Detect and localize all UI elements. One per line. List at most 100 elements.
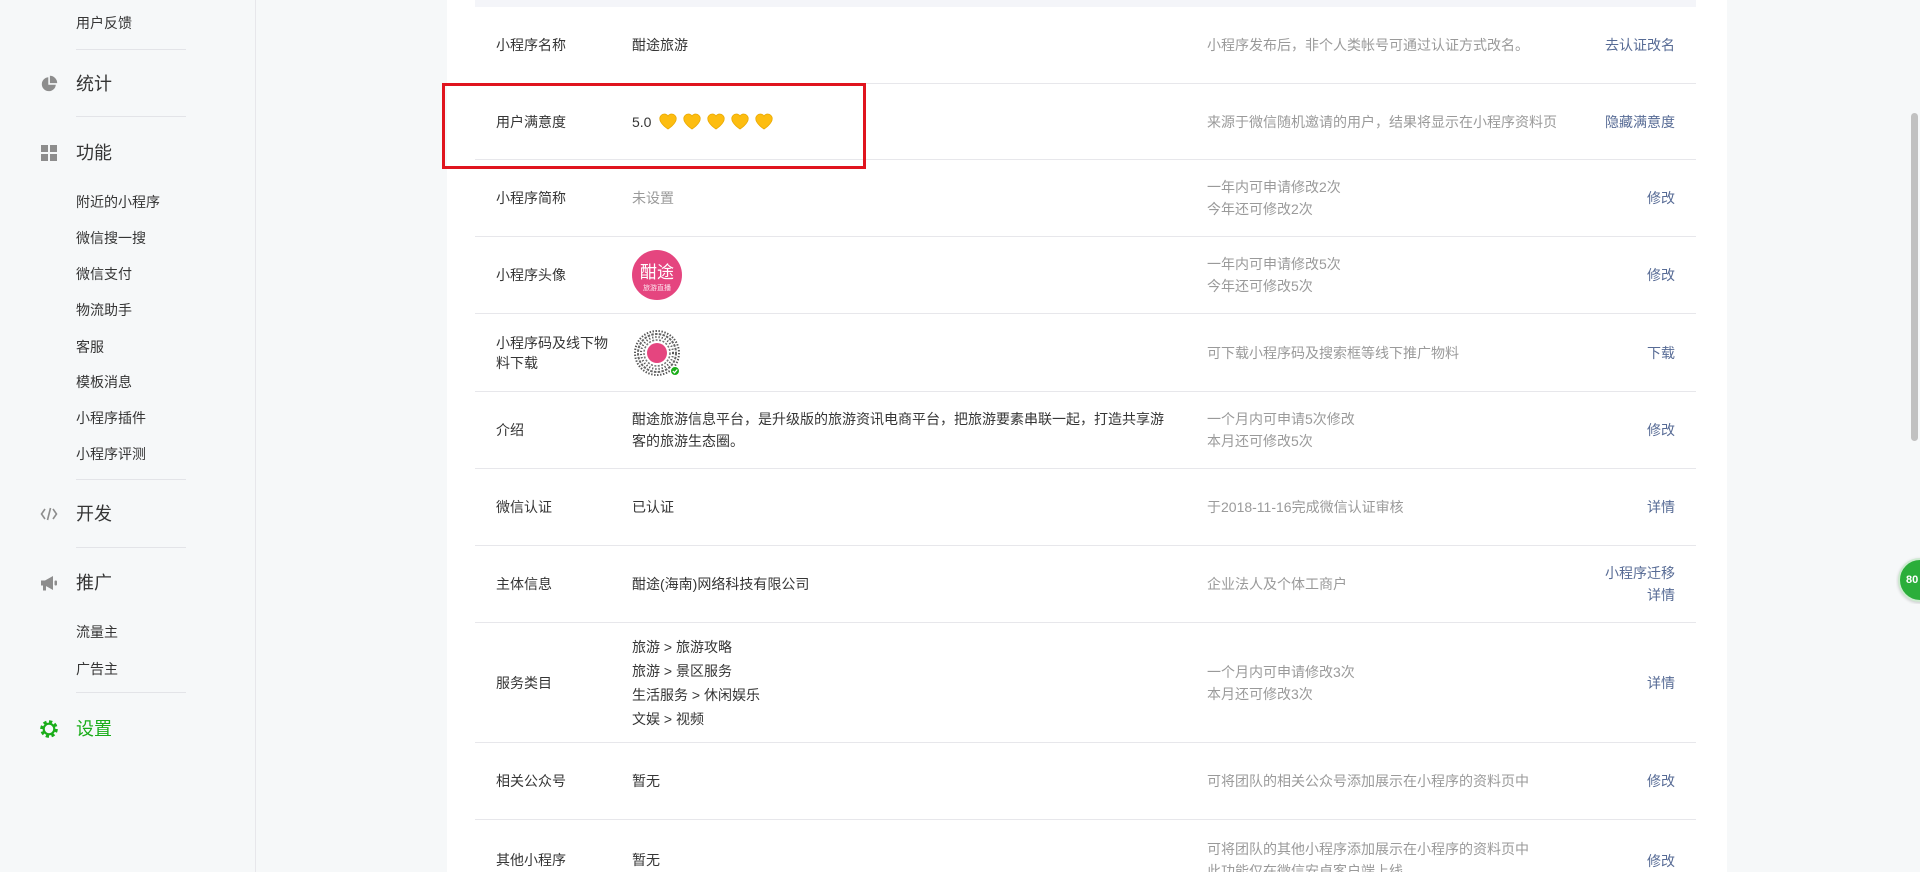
table-row-qrcode: 小程序码及线下物料下载 可下载小程序码及搜索框等线下推广物料 下载 xyxy=(475,314,1696,392)
scrollbar-thumb[interactable] xyxy=(1911,113,1918,441)
heart-icon xyxy=(659,113,678,130)
heart-icon xyxy=(707,113,726,130)
row-value: 酣途(海南)网络科技有限公司 xyxy=(632,576,810,592)
heart-icon xyxy=(731,113,750,130)
row-desc: 一年内可申请修改2次 今年还可修改2次 xyxy=(1207,179,1341,217)
sidebar-divider xyxy=(76,116,186,117)
code-icon xyxy=(40,507,58,521)
category-item: 生活服务 > 休闲娱乐 xyxy=(632,686,760,703)
row-value: 酣途旅游 xyxy=(632,37,688,53)
sidebar-item-stats[interactable]: 统计 xyxy=(40,71,112,97)
table-row-satisfaction: 用户满意度 5.0 来源于微信随机邀请的用户，结果将显示在小程序资料页 隐藏满意… xyxy=(475,84,1696,160)
table-row-official-account: 相关公众号 暂无 可将团队的相关公众号添加展示在小程序的资料页中 修改 xyxy=(475,743,1696,820)
row-desc: 一个月内可申请修改3次 本月还可修改3次 xyxy=(1207,663,1355,702)
edit-intro-link[interactable]: 修改 xyxy=(1565,419,1675,441)
sidebar-item-label: 功能 xyxy=(76,143,112,163)
edit-avatar-link[interactable]: 修改 xyxy=(1565,264,1675,286)
table-row-short-name: 小程序简称 未设置 一年内可申请修改2次 今年还可修改2次 修改 xyxy=(475,160,1696,237)
intro-text: 酣途旅游信息平台，是升级版的旅游资讯电商平台，把旅游要素串联一起，打造共享游客的… xyxy=(632,411,1164,449)
table-row-verify: 微信认证 已认证 于2018-11-16完成微信认证审核 详情 xyxy=(475,469,1696,546)
rating-score: 5.0 xyxy=(632,113,652,130)
row-value: 酣途 旅游直播 xyxy=(632,250,1207,300)
sidebar-item-feedback[interactable]: 用户反馈 xyxy=(76,13,132,33)
svg-text:旅游直播: 旅游直播 xyxy=(643,283,671,292)
sidebar-divider xyxy=(76,692,186,693)
table-row-entity: 主体信息 酣途(海南)网络科技有限公司 企业法人及个体工商户 小程序迁移 详情 xyxy=(475,546,1696,623)
row-label: 小程序头像 xyxy=(496,267,566,283)
sidebar-item-review[interactable]: 小程序评测 xyxy=(76,444,146,464)
edit-other-apps-link[interactable]: 修改 xyxy=(1565,850,1675,872)
sidebar-item-label: 统计 xyxy=(76,74,112,94)
row-desc: 可下载小程序码及搜索框等线下推广物料 xyxy=(1207,344,1459,361)
row-desc: 可将团队的相关公众号添加展示在小程序的资料页中 xyxy=(1207,773,1529,789)
row-value: 暂无 xyxy=(632,852,660,868)
sidebar-item-plugins[interactable]: 小程序插件 xyxy=(76,408,146,428)
floating-widget: 80 xyxy=(1896,556,1920,604)
verify-details-link[interactable]: 详情 xyxy=(1565,496,1675,518)
megaphone-icon xyxy=(41,576,57,591)
category-item: 旅游 > 旅游攻略 xyxy=(632,638,732,655)
row-label: 小程序简称 xyxy=(496,190,566,206)
row-label: 小程序名称 xyxy=(496,37,566,53)
table-row-other-apps: 其他小程序 暂无 可将团队的其他小程序添加展示在小程序的资料页中 此功能仅在微信… xyxy=(475,820,1696,872)
sidebar-item-features[interactable]: 功能 xyxy=(40,140,112,166)
row-value: 暂无 xyxy=(632,773,660,789)
sidebar-item-label: 推广 xyxy=(76,573,112,593)
edit-official-account-link[interactable]: 修改 xyxy=(1565,770,1675,792)
sidebar-divider xyxy=(76,547,186,548)
row-label: 主体信息 xyxy=(496,576,552,592)
edit-short-name-link[interactable]: 修改 xyxy=(1565,187,1675,209)
sidebar-item-pay[interactable]: 微信支付 xyxy=(76,264,132,284)
category-item: 文娱 > 视频 xyxy=(632,710,704,727)
sidebar-item-settings[interactable]: 设置 xyxy=(40,716,112,742)
row-value xyxy=(632,328,1207,378)
entity-details-link[interactable]: 详情 xyxy=(1565,584,1675,606)
table-row-category: 服务类目 旅游 > 旅游攻略 旅游 > 景区服务 生活服务 > 休闲娱乐 文娱 … xyxy=(475,623,1696,743)
row-desc: 于2018-11-16完成微信认证审核 xyxy=(1207,499,1404,515)
gear-icon xyxy=(40,720,58,738)
row-label: 介绍 xyxy=(496,422,524,438)
sidebar-item-advertiser[interactable]: 广告主 xyxy=(76,659,118,679)
row-desc: 来源于微信随机邀请的用户，结果将显示在小程序资料页 xyxy=(1207,113,1557,130)
table-row-avatar: 小程序头像 酣途 旅游直播 一年内可申请修改5次 今年还可修改5次 修改 xyxy=(475,237,1696,314)
table-row-name: 小程序名称 酣途旅游 小程序发布后，非个人类帐号可通过认证方式改名。 去认证改名 xyxy=(475,7,1696,84)
sidebar-item-label: 开发 xyxy=(76,504,112,524)
heart-icon xyxy=(683,113,702,130)
row-value: 旅游 > 旅游攻略 旅游 > 景区服务 生活服务 > 休闲娱乐 文娱 > 视频 xyxy=(632,635,1207,731)
table-header-strip xyxy=(475,0,1696,7)
avatar: 酣途 旅游直播 xyxy=(632,250,682,300)
row-label: 服务类目 xyxy=(496,674,552,691)
rating: 5.0 xyxy=(632,112,1207,132)
heart-icon xyxy=(755,113,774,130)
row-desc: 一年内可申请修改5次 今年还可修改5次 xyxy=(1207,256,1341,294)
sidebar-item-logistics[interactable]: 物流助手 xyxy=(76,300,132,320)
rename-link[interactable]: 去认证改名 xyxy=(1565,34,1675,56)
category-details-link[interactable]: 详情 xyxy=(1565,672,1675,694)
sidebar-item-template-message[interactable]: 模板消息 xyxy=(76,372,132,392)
row-desc: 企业法人及个体工商户 xyxy=(1207,576,1347,592)
row-label: 微信认证 xyxy=(496,499,552,515)
sidebar-item-search[interactable]: 微信搜一搜 xyxy=(76,228,146,248)
download-link[interactable]: 下载 xyxy=(1565,342,1675,364)
sidebar-item-customer-service[interactable]: 客服 xyxy=(76,337,104,357)
row-desc: 一个月内可申请5次修改 本月还可修改5次 xyxy=(1207,411,1355,449)
svg-text:酣途: 酣途 xyxy=(640,263,674,283)
migrate-link[interactable]: 小程序迁移 xyxy=(1565,562,1675,584)
table-row-intro: 介绍 酣途旅游信息平台，是升级版的旅游资讯电商平台，把旅游要素串联一起，打造共享… xyxy=(475,392,1696,469)
sidebar-divider xyxy=(76,479,186,480)
row-label: 其他小程序 xyxy=(496,852,566,868)
sidebar-item-traffic-owner[interactable]: 流量主 xyxy=(76,622,118,642)
row-label: 小程序码及线下物料下载 xyxy=(496,334,608,371)
floating-badge[interactable]: 80 xyxy=(1898,558,1920,602)
settings-table: 小程序名称 酣途旅游 小程序发布后，非个人类帐号可通过认证方式改名。 去认证改名… xyxy=(475,0,1696,872)
sidebar-item-dev[interactable]: 开发 xyxy=(40,501,112,527)
sidebar-item-nearby[interactable]: 附近的小程序 xyxy=(76,192,160,212)
rating-hearts xyxy=(659,113,779,130)
page: 用户反馈 统计 功能 附近的小程序 微信搜一搜 微信支付 物流助手 客服 模板消… xyxy=(0,0,1920,872)
sidebar-divider xyxy=(76,49,186,50)
grid-icon xyxy=(41,145,57,161)
sidebar-item-promotion[interactable]: 推广 xyxy=(40,570,112,596)
sidebar: 用户反馈 统计 功能 附近的小程序 微信搜一搜 微信支付 物流助手 客服 模板消… xyxy=(0,0,256,872)
category-item: 旅游 > 景区服务 xyxy=(632,662,732,679)
hide-satisfaction-link[interactable]: 隐藏满意度 xyxy=(1565,111,1675,133)
